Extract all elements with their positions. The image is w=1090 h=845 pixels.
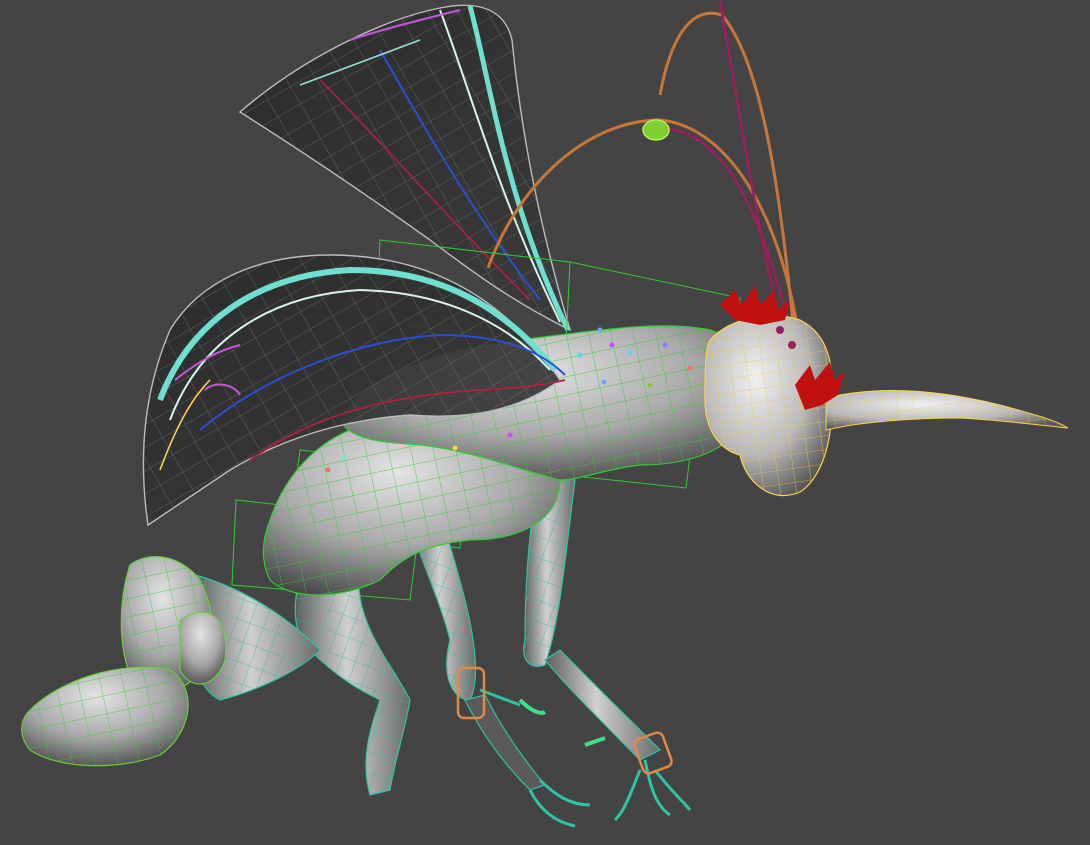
front-leg[interactable] <box>523 469 692 822</box>
3d-viewport[interactable] <box>0 0 1090 845</box>
hind-foot-curl[interactable] <box>21 556 227 767</box>
viewport-canvas[interactable] <box>0 0 1090 845</box>
proboscis[interactable] <box>825 390 1069 431</box>
antenna-bulb-handle[interactable] <box>642 119 670 141</box>
head[interactable] <box>704 285 1069 497</box>
